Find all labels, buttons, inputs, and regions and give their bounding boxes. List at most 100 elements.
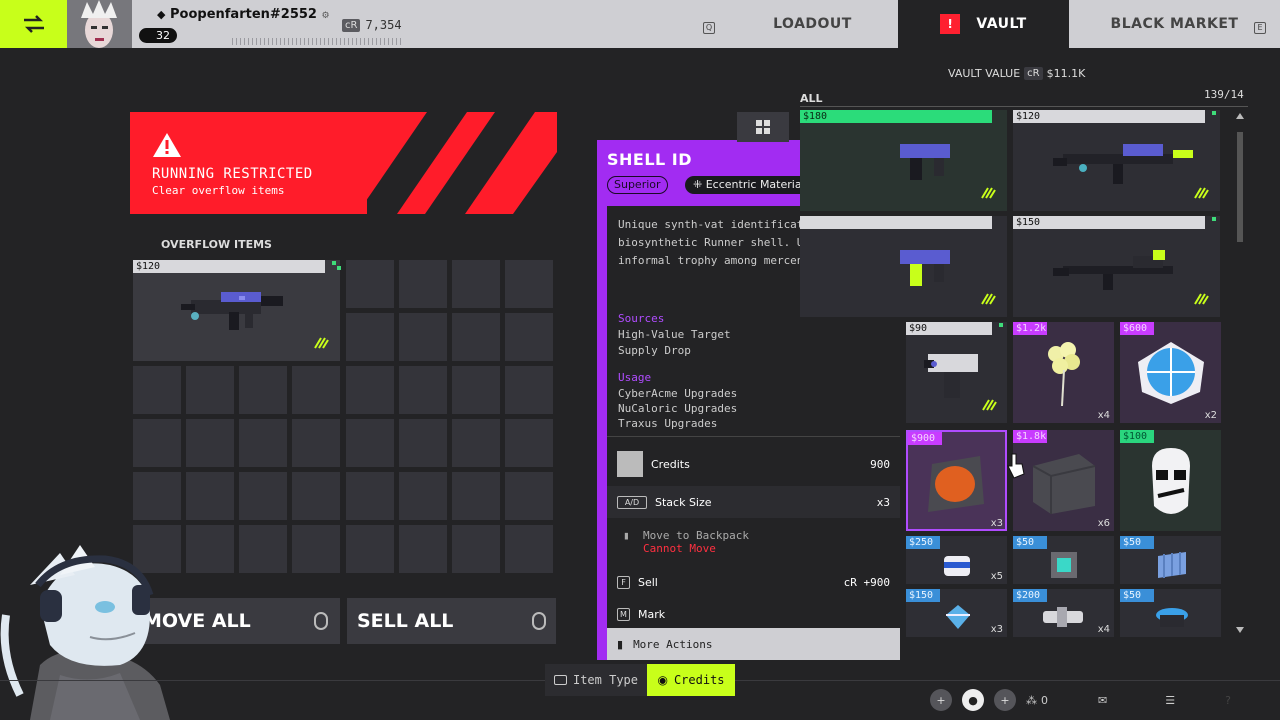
settings-icon[interactable]: ☰	[1165, 694, 1175, 707]
mouse-icon	[532, 612, 546, 630]
overflow-empty-slot[interactable]	[292, 472, 340, 520]
vault-slot-small-1[interactable]: $250 x5	[906, 536, 1007, 584]
overflow-empty-slot[interactable]	[452, 525, 500, 573]
overflow-empty-slot[interactable]	[346, 313, 394, 361]
vault-slot-blue-core[interactable]: $600 x2	[1120, 322, 1221, 423]
overflow-empty-slot[interactable]	[292, 366, 340, 414]
cannot-move-warning: Cannot Move	[643, 542, 716, 555]
overflow-empty-slot[interactable]	[505, 419, 553, 467]
avatar[interactable]	[67, 0, 132, 48]
overflow-empty-slot[interactable]	[186, 525, 234, 573]
overflow-empty-slot[interactable]	[452, 260, 500, 308]
mail-icon[interactable]: ✉	[1098, 694, 1107, 707]
overflow-empty-slot[interactable]	[133, 366, 181, 414]
overflow-empty-slot[interactable]	[505, 525, 553, 573]
vault-slot-weapon-3[interactable]	[800, 216, 1007, 317]
swap-button[interactable]	[0, 0, 67, 48]
overflow-empty-slot[interactable]	[133, 472, 181, 520]
overflow-empty-slot[interactable]	[133, 419, 181, 467]
rarity-marker	[332, 261, 336, 265]
vault-value: VAULT VALUE cR $11.1K	[948, 67, 1086, 80]
vault-slot-pistol[interactable]: $90	[906, 322, 1007, 423]
vault-slot-flower[interactable]: $1.2k x4	[1013, 322, 1114, 423]
xp-progress-ticks	[232, 38, 402, 45]
overflow-empty-slot[interactable]	[399, 260, 447, 308]
overflow-empty-slot[interactable]	[186, 419, 234, 467]
vault-slot-small-6[interactable]: $50	[1120, 589, 1221, 637]
vault-slot-small-5[interactable]: $200 x4	[1013, 589, 1114, 637]
sort-credits-button[interactable]: ◉ Credits	[647, 664, 735, 696]
overflow-empty-slot[interactable]	[186, 472, 234, 520]
grid-view-button[interactable]	[737, 112, 789, 142]
disc-item-icon	[1156, 608, 1188, 627]
overflow-empty-slot[interactable]	[346, 419, 394, 467]
smg-weapon-icon	[900, 144, 950, 180]
overflow-empty-slot[interactable]	[452, 419, 500, 467]
overflow-empty-slot[interactable]	[399, 366, 447, 414]
vault-slot-weapon-2[interactable]: $120	[1013, 110, 1220, 211]
overflow-empty-slot[interactable]	[346, 472, 394, 520]
vault-slot-weapon-1[interactable]: $180	[800, 110, 1007, 211]
vault-slot-weapon-4[interactable]: $150	[1013, 216, 1220, 317]
move-to-backpack-label: ▮ Move to Backpack	[623, 529, 749, 542]
item-quantity: x5	[990, 571, 1003, 582]
credits-icon	[617, 451, 643, 477]
overflow-empty-slot[interactable]	[505, 313, 553, 361]
overflow-empty-slot[interactable]	[505, 260, 553, 308]
mark-row[interactable]: M Mark	[607, 598, 900, 630]
overflow-empty-slot[interactable]	[239, 366, 287, 414]
usage-item: NuCaloric Upgrades	[618, 402, 738, 415]
overflow-empty-slot[interactable]	[239, 419, 287, 467]
overflow-empty-slot[interactable]	[186, 366, 234, 414]
overflow-empty-slot[interactable]	[346, 366, 394, 414]
sell-row[interactable]: F Sell cR +900	[607, 566, 900, 598]
overflow-item-weapon[interactable]: $120	[133, 260, 341, 361]
vault-slot-small-4[interactable]: $150 x3	[906, 589, 1007, 637]
overflow-empty-slot[interactable]	[292, 419, 340, 467]
credits-currency-icon: cR	[342, 18, 361, 32]
black-market-key-hint: E	[1254, 22, 1266, 34]
plus-slot-icon[interactable]: +	[930, 689, 952, 711]
overflow-empty-slot[interactable]	[452, 472, 500, 520]
vault-filter-all[interactable]: ALL	[800, 92, 823, 105]
overflow-empty-slot[interactable]	[505, 472, 553, 520]
overflow-empty-slot[interactable]	[399, 525, 447, 573]
game-screen: ◆ Poopenfarten#2552 ⚙ 32 cR 7,354 Q LOAD…	[0, 0, 1280, 720]
vault-slot-small-2[interactable]: $50	[1013, 536, 1114, 584]
vault-slot-shell-id[interactable]: $900 x3	[906, 430, 1007, 531]
usage-item: Traxus Upgrades	[618, 417, 718, 430]
more-actions-row[interactable]: ▮ More Actions	[607, 628, 900, 660]
overflow-empty-slot[interactable]	[346, 260, 394, 308]
overflow-empty-slot[interactable]	[505, 366, 553, 414]
tab-loadout[interactable]: LOADOUT	[727, 0, 898, 48]
grid-icon	[756, 120, 770, 134]
vault-slot-small-3[interactable]: $50	[1120, 536, 1221, 584]
overflow-empty-slot[interactable]	[399, 472, 447, 520]
vault-slot-mask[interactable]: $100	[1120, 430, 1221, 531]
tab-black-market[interactable]: BLACK MARKET	[1069, 0, 1280, 48]
overflow-empty-slot[interactable]	[399, 419, 447, 467]
help-icon[interactable]: ?	[1225, 694, 1231, 707]
shell-id-item-icon	[928, 456, 984, 512]
sort-item-type-button[interactable]: Item Type	[545, 664, 647, 696]
overflow-empty-slot[interactable]	[239, 472, 287, 520]
party-icon: ⁂	[1026, 693, 1037, 707]
overflow-empty-slot[interactable]	[292, 525, 340, 573]
overflow-empty-slot[interactable]	[452, 313, 500, 361]
flower-item-icon	[1048, 342, 1080, 407]
overflow-empty-slot[interactable]	[239, 525, 287, 573]
scrollbar-thumb[interactable]	[1237, 132, 1243, 242]
item-price-tag: $90	[906, 322, 992, 335]
party-member-icon[interactable]: ●	[962, 689, 984, 711]
stack-size-row[interactable]: A/D Stack Size x3	[607, 486, 900, 518]
overflow-empty-slot[interactable]	[346, 525, 394, 573]
sell-all-button[interactable]: SELL ALL	[347, 598, 556, 644]
overflow-empty-slot[interactable]	[452, 366, 500, 414]
tab-vault[interactable]: ! VAULT	[898, 0, 1069, 48]
plus-slot-icon[interactable]: +	[994, 689, 1016, 711]
move-to-backpack-row[interactable]: ▮ Move to Backpack Cannot Move	[607, 522, 900, 562]
vault-slot-cube[interactable]: $1.8k x6	[1013, 430, 1114, 531]
banner-stripes	[367, 112, 557, 214]
vault-scrollbar[interactable]	[1234, 112, 1246, 638]
overflow-empty-slot[interactable]	[399, 313, 447, 361]
